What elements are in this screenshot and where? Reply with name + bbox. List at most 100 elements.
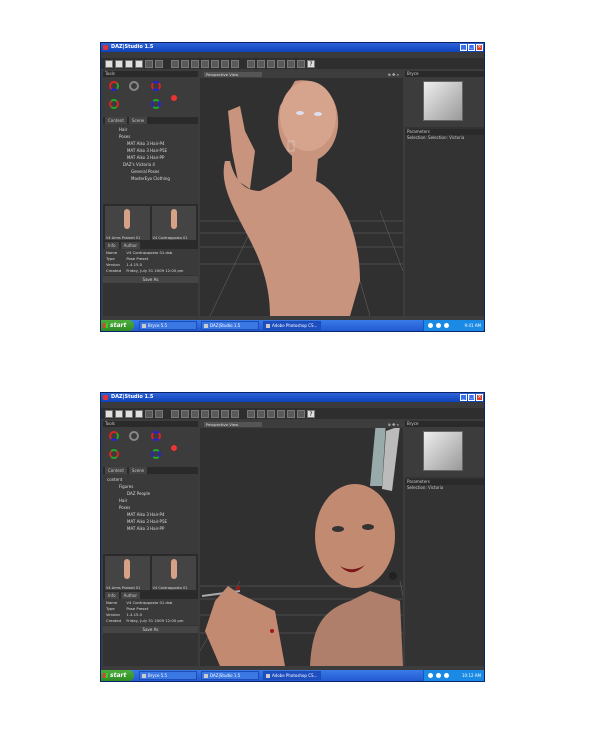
rotate-tool-icon[interactable] (181, 59, 189, 68)
tab-scene[interactable]: Scene (128, 117, 148, 124)
tray-icon[interactable] (436, 673, 441, 678)
save-file-icon[interactable] (125, 409, 133, 418)
tree-item[interactable]: Poses (107, 504, 198, 511)
pose-tool-icon[interactable] (221, 59, 229, 68)
maximize-button[interactable]: □ (468, 44, 475, 51)
start-button[interactable]: start (101, 670, 134, 681)
tree-item[interactable]: Hair (107, 126, 198, 133)
save-as-button[interactable]: Save As (103, 276, 198, 283)
translate-tool-icon[interactable] (191, 59, 199, 68)
task-photoshop[interactable]: Adobe Photoshop CS... (263, 321, 321, 330)
tray-icon[interactable] (428, 323, 433, 328)
task-dazstudio[interactable]: DAZ|Studio 1.5 (201, 321, 259, 330)
import-icon[interactable] (135, 409, 143, 418)
tree-item[interactable]: MAT Aiko 3 Hair-P4 (107, 140, 198, 147)
task-dazstudio[interactable]: DAZ|Studio 1.5 (201, 671, 259, 680)
distant-light-icon[interactable] (287, 59, 295, 68)
twist-gizmo-icon[interactable] (151, 449, 161, 459)
task-bryce[interactable]: Bryce 5.5 (139, 321, 197, 330)
start-button[interactable]: start (101, 320, 134, 331)
preset-thumbnail[interactable]: V4 Arms Praised 01 (105, 556, 150, 590)
tab-author[interactable]: Author (120, 242, 141, 249)
record-icon[interactable] (171, 445, 177, 451)
tree-item[interactable]: MAT Aiko 3 Hair-P5E (107, 147, 198, 154)
tree-item[interactable]: Poses (107, 133, 198, 140)
tab-content[interactable]: Content (105, 467, 127, 474)
point-light-icon[interactable] (267, 59, 275, 68)
translate-gizmo-icon[interactable] (129, 431, 139, 441)
pose-tool-icon[interactable] (221, 409, 229, 418)
undo-icon[interactable] (145, 59, 153, 68)
select-tool-icon[interactable] (171, 409, 179, 418)
tab-info[interactable]: Info (105, 242, 119, 249)
open-file-icon[interactable] (115, 59, 123, 68)
spot-render-icon[interactable] (231, 59, 239, 68)
universal-tool-icon[interactable] (211, 409, 219, 418)
scale-tool-icon[interactable] (201, 409, 209, 418)
help-icon[interactable]: ? (307, 409, 315, 418)
viewport-nav-icon[interactable]: ⊕ ✥ ⌕ (388, 422, 400, 427)
spot-render-icon[interactable] (231, 409, 239, 418)
redo-icon[interactable] (155, 59, 163, 68)
rotate-tool-icon[interactable] (181, 409, 189, 418)
tree-item[interactable]: MAT Aiko 3 Hair-P4 (107, 511, 198, 518)
spot-light-icon[interactable] (277, 59, 285, 68)
new-file-icon[interactable] (105, 409, 113, 418)
preset-thumbnail[interactable]: V4 Contrapposto 01 (151, 206, 196, 240)
task-photoshop[interactable]: Adobe Photoshop CS... (263, 671, 321, 680)
redo-icon[interactable] (155, 409, 163, 418)
point-light-icon[interactable] (267, 409, 275, 418)
twist-gizmo-icon[interactable] (151, 99, 161, 109)
3d-viewport[interactable]: Perspective View ⊕ ✥ ⌕ (200, 71, 403, 316)
3d-viewport[interactable]: Perspective View ⊕ ✥ ⌕ (200, 421, 403, 666)
tray-icon[interactable] (444, 323, 449, 328)
camera-select[interactable]: Perspective View (204, 422, 262, 427)
spot-light-icon[interactable] (277, 409, 285, 418)
tree-item[interactable]: content (107, 476, 198, 483)
tray-icon[interactable] (436, 323, 441, 328)
scale-gizmo-icon[interactable] (151, 431, 161, 441)
bryce-preview[interactable] (405, 77, 484, 127)
translate-gizmo-icon[interactable] (129, 81, 139, 91)
new-file-icon[interactable] (105, 59, 113, 68)
bryce-preview[interactable] (405, 427, 484, 477)
tree-item[interactable]: MAT Aiko 3 Hair-P5E (107, 518, 198, 525)
tree-item[interactable]: DAZ People (107, 490, 198, 497)
bend-gizmo-icon[interactable] (109, 99, 119, 109)
render-icon[interactable] (297, 409, 305, 418)
light-icon[interactable] (257, 59, 265, 68)
distant-light-icon[interactable] (287, 409, 295, 418)
task-bryce[interactable]: Bryce 5.5 (139, 671, 197, 680)
save-file-icon[interactable] (125, 59, 133, 68)
preset-thumbnail[interactable]: V4 Arms Praised 01 (105, 206, 150, 240)
translate-tool-icon[interactable] (191, 409, 199, 418)
viewport-nav-icon[interactable]: ⊕ ✥ ⌕ (388, 72, 400, 77)
render-icon[interactable] (297, 59, 305, 68)
tab-scene[interactable]: Scene (128, 467, 148, 474)
tray-icon[interactable] (444, 673, 449, 678)
close-button[interactable]: × (476, 44, 483, 51)
close-button[interactable]: × (476, 394, 483, 401)
help-icon[interactable]: ? (307, 59, 315, 68)
maximize-button[interactable]: □ (468, 394, 475, 401)
tree-item[interactable]: Figures (107, 483, 198, 490)
camera-icon[interactable] (247, 409, 255, 418)
undo-icon[interactable] (145, 409, 153, 418)
tree-item[interactable]: MasterEyo Clothing (107, 175, 198, 182)
record-icon[interactable] (171, 95, 177, 101)
rotate-gizmo-icon[interactable] (109, 431, 119, 441)
scale-gizmo-icon[interactable] (151, 81, 161, 91)
tree-item[interactable]: General Poses (107, 168, 198, 175)
open-file-icon[interactable] (115, 409, 123, 418)
minimize-button[interactable]: _ (460, 44, 467, 51)
tray-icon[interactable] (428, 673, 433, 678)
tab-info[interactable]: Info (105, 592, 119, 599)
light-icon[interactable] (257, 409, 265, 418)
import-icon[interactable] (135, 59, 143, 68)
preset-thumbnail[interactable]: V4 Contrapposto 01 (151, 556, 196, 590)
camera-icon[interactable] (247, 59, 255, 68)
save-as-button[interactable]: Save As (103, 626, 198, 633)
tab-content[interactable]: Content (105, 117, 127, 124)
universal-tool-icon[interactable] (211, 59, 219, 68)
tree-item[interactable]: DAZ's Victoria 4 (107, 161, 198, 168)
